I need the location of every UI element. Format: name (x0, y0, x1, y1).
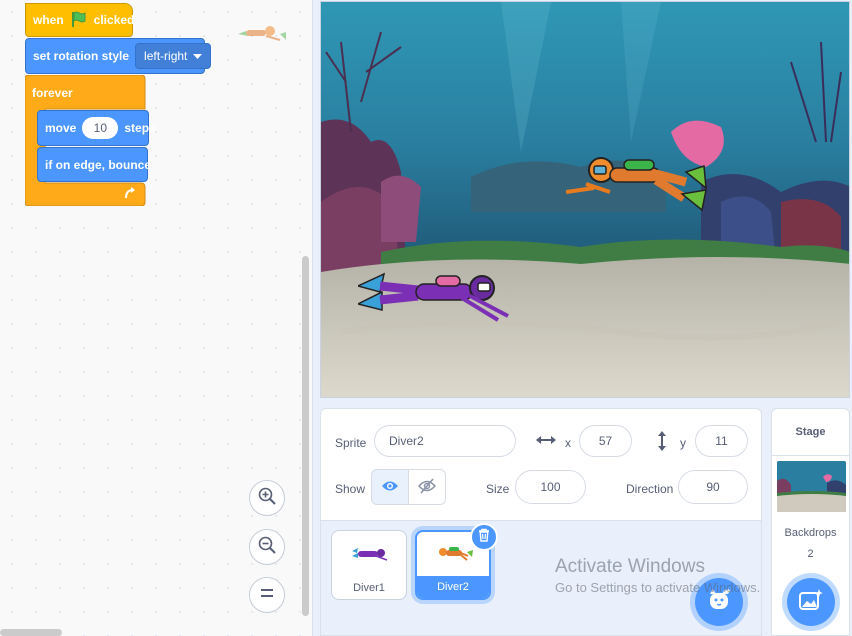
zoom-out-button[interactable] (249, 529, 285, 565)
clicked-label: clicked (93, 13, 135, 27)
direction-value: 90 (706, 480, 720, 494)
direction-input[interactable]: 90 (678, 470, 748, 504)
stage-canvas[interactable] (320, 1, 850, 398)
code-area[interactable]: when clicked set rotation style left-rig… (0, 0, 313, 636)
activate-windows-subtitle: Go to Settings to activate Windows. (555, 580, 761, 595)
move-steps-input[interactable]: 10 (82, 117, 119, 139)
sprite-name-input[interactable]: Diver2 (374, 425, 516, 457)
size-label: Size (486, 482, 510, 496)
show-label: Show (335, 482, 366, 496)
activate-windows-watermark: Activate Windows Go to Settings to activ… (555, 556, 760, 595)
steps-label: steps (124, 121, 156, 135)
set-rotation-style-label: set rotation style (33, 49, 130, 63)
loop-arrow-icon (123, 186, 137, 203)
y-input[interactable]: 11 (695, 425, 748, 457)
sprite-name-diver2: Diver2 (417, 576, 489, 598)
direction-label: Direction (626, 482, 674, 496)
zoom-reset-button[interactable] (249, 577, 285, 613)
choose-backdrop-button[interactable] (787, 578, 835, 626)
sprite-name-diver1: Diver1 (353, 582, 385, 594)
activate-windows-title: Activate Windows (555, 556, 705, 577)
show-visible-button[interactable] (371, 469, 409, 505)
y-label: y (680, 436, 686, 450)
zoom-out-icon (257, 535, 277, 560)
diver2-sprite[interactable] (565, 154, 726, 223)
horizontal-scrollbar[interactable] (0, 629, 62, 636)
x-label: x (565, 436, 571, 450)
diver1-sprite[interactable] (355, 270, 518, 331)
eye-icon (381, 480, 399, 495)
forever-label: forever (32, 86, 73, 100)
move-label: move (45, 121, 77, 135)
equals-icon (259, 586, 275, 604)
move-steps-block[interactable]: move 10 steps (37, 110, 156, 146)
zoom-in-icon (257, 486, 277, 511)
backdrops-count: 2 (807, 548, 814, 560)
if-on-edge-bounce-block[interactable]: if on edge, bounce (37, 147, 152, 182)
sprite-tile-diver1[interactable]: Diver1 (331, 530, 407, 600)
x-input[interactable]: 57 (579, 425, 632, 457)
size-value: 100 (540, 480, 561, 494)
sprite-label: Sprite (335, 436, 367, 450)
trash-icon (478, 528, 490, 547)
backdrop-thumbnail (777, 461, 846, 512)
when-label: when (33, 13, 64, 27)
show-hidden-button[interactable] (408, 469, 446, 505)
horizontal-arrows-icon (536, 434, 556, 449)
sprite-name-value: Diver2 (389, 434, 424, 448)
size-input[interactable]: 100 (515, 470, 586, 504)
sprite-ghost-thumbnail (236, 22, 288, 49)
stage-panel-title: Stage (772, 409, 849, 456)
set-rotation-style-block[interactable]: set rotation style left-right (25, 38, 212, 74)
vertical-scrollbar[interactable] (302, 256, 309, 616)
rotation-style-value: left-right (144, 49, 188, 63)
rotation-style-dropdown[interactable]: left-right (135, 43, 212, 69)
when-flag-clicked-block[interactable]: when clicked (25, 3, 135, 37)
chevron-down-icon (193, 49, 203, 63)
eye-hidden-icon (417, 478, 437, 497)
stage-target-panel[interactable]: Stage Backdrops 2 (771, 408, 850, 636)
diver2-thumbnail (435, 546, 473, 567)
green-flag-icon (70, 10, 88, 31)
vertical-arrows-icon (656, 431, 668, 454)
if-on-edge-bounce-label: if on edge, bounce (45, 157, 152, 172)
image-add-icon (799, 588, 823, 616)
backdrops-label: Backdrops (784, 527, 837, 539)
sprite-tile-diver2[interactable]: Diver2 (415, 523, 498, 600)
sprite-info-panel: Sprite Diver2 x 57 y 11 Show Size 100 Di… (320, 408, 762, 520)
delete-sprite-button[interactable] (470, 523, 498, 551)
y-value: 11 (715, 434, 728, 448)
zoom-in-button[interactable] (249, 480, 285, 516)
diver1-thumbnail (352, 547, 388, 566)
x-value: 57 (598, 434, 613, 448)
